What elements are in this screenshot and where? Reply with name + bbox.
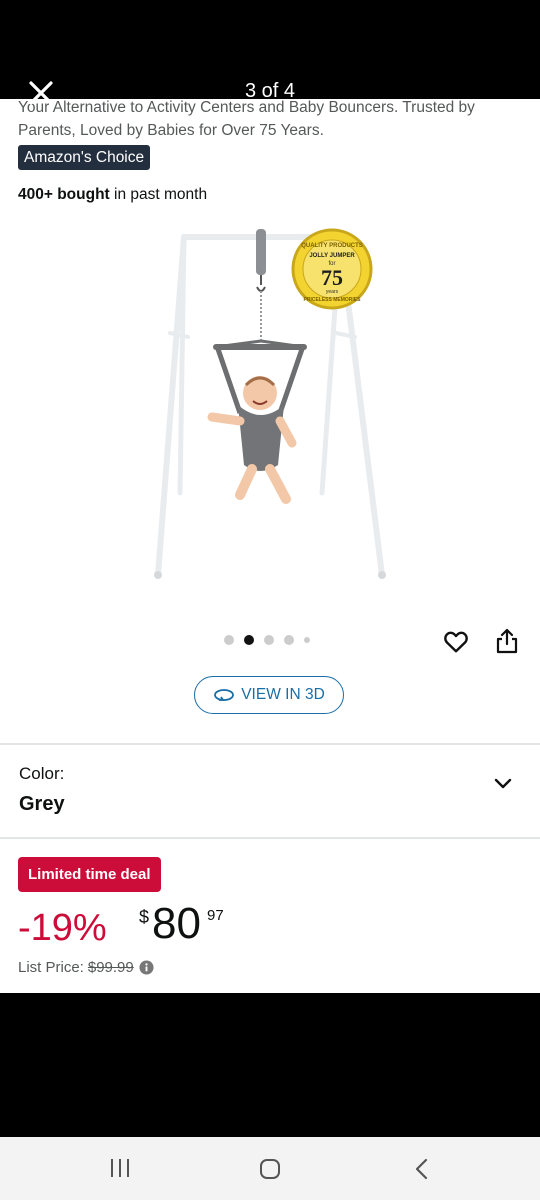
seal-top-text: QUALITY PRODUCTS: [301, 243, 363, 249]
color-selector[interactable]: [492, 775, 514, 791]
gallery-dots: [224, 634, 320, 646]
product-content: Your Alternative to Activity Centers and…: [0, 99, 540, 993]
discount-percent: -19%: [18, 907, 107, 949]
section-divider: [0, 743, 540, 745]
back-button[interactable]: [412, 1157, 432, 1186]
product-subtitle: Your Alternative to Activity Centers and…: [18, 99, 475, 139]
android-nav-bar: [0, 1137, 540, 1200]
heart-icon: [444, 631, 468, 653]
color-value[interactable]: Grey: [19, 793, 65, 816]
rotate-3d-icon: [214, 689, 235, 701]
seal-number-text: 75: [321, 265, 343, 290]
seal-years-text: years: [326, 289, 339, 295]
bought-count: 400+ bought in past month: [18, 186, 207, 204]
share-icon: [496, 628, 518, 654]
quality-seal: QUALITY PRODUCTS JOLLY JUMPER for 75 yea…: [291, 228, 373, 310]
view-in-3d-button[interactable]: VIEW IN 3D: [194, 676, 344, 714]
product-image[interactable]: QUALITY PRODUCTS JOLLY JUMPER for 75 yea…: [140, 225, 400, 585]
price-currency: $: [139, 907, 150, 927]
gallery-dot[interactable]: [264, 635, 274, 645]
image-counter: 3 of 4: [244, 80, 296, 102]
list-price: List Price: $99.99: [18, 959, 154, 976]
seal-bottom-text: PRICELESS MEMORIES: [304, 297, 362, 303]
limited-deal-badge: Limited time deal: [18, 857, 161, 892]
price-whole: 80: [152, 899, 201, 948]
list-price-label: List Price:: [18, 959, 84, 976]
bought-count-rest: in past month: [109, 186, 208, 203]
wishlist-button[interactable]: [443, 629, 469, 655]
recent-apps-icon: [111, 1159, 129, 1177]
gallery-dot[interactable]: [224, 635, 234, 645]
home-button[interactable]: [258, 1157, 282, 1186]
chevron-down-icon: [494, 778, 512, 789]
view-in-3d-label: VIEW IN 3D: [241, 686, 325, 703]
seal-brand-text: JOLLY JUMPER: [309, 253, 355, 259]
gallery-dot[interactable]: [244, 635, 254, 645]
home-icon: [260, 1159, 280, 1179]
section-divider: [0, 837, 540, 839]
gallery-dot[interactable]: [304, 637, 310, 643]
bought-count-bold: 400+ bought: [18, 186, 110, 203]
info-icon[interactable]: [139, 960, 154, 975]
gallery-dot[interactable]: [284, 635, 294, 645]
share-button[interactable]: [495, 627, 519, 655]
amazons-choice-badge: Amazon's Choice: [18, 145, 151, 170]
back-icon: [415, 1158, 428, 1180]
list-price-value: $99.99: [87, 959, 134, 976]
recent-apps-button[interactable]: [108, 1157, 132, 1184]
price-fraction: 97: [207, 907, 224, 924]
color-label: Color:: [19, 764, 65, 783]
